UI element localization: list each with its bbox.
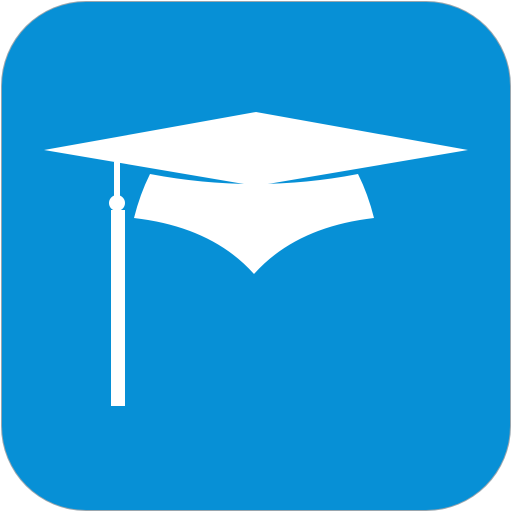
mortarboard-top (44, 112, 468, 186)
tassel-knot (109, 195, 125, 211)
graduation-cap-icon (44, 112, 468, 406)
cap-body (134, 174, 374, 274)
app-icon[interactable] (2, 2, 510, 510)
tassel-hang (111, 210, 125, 406)
